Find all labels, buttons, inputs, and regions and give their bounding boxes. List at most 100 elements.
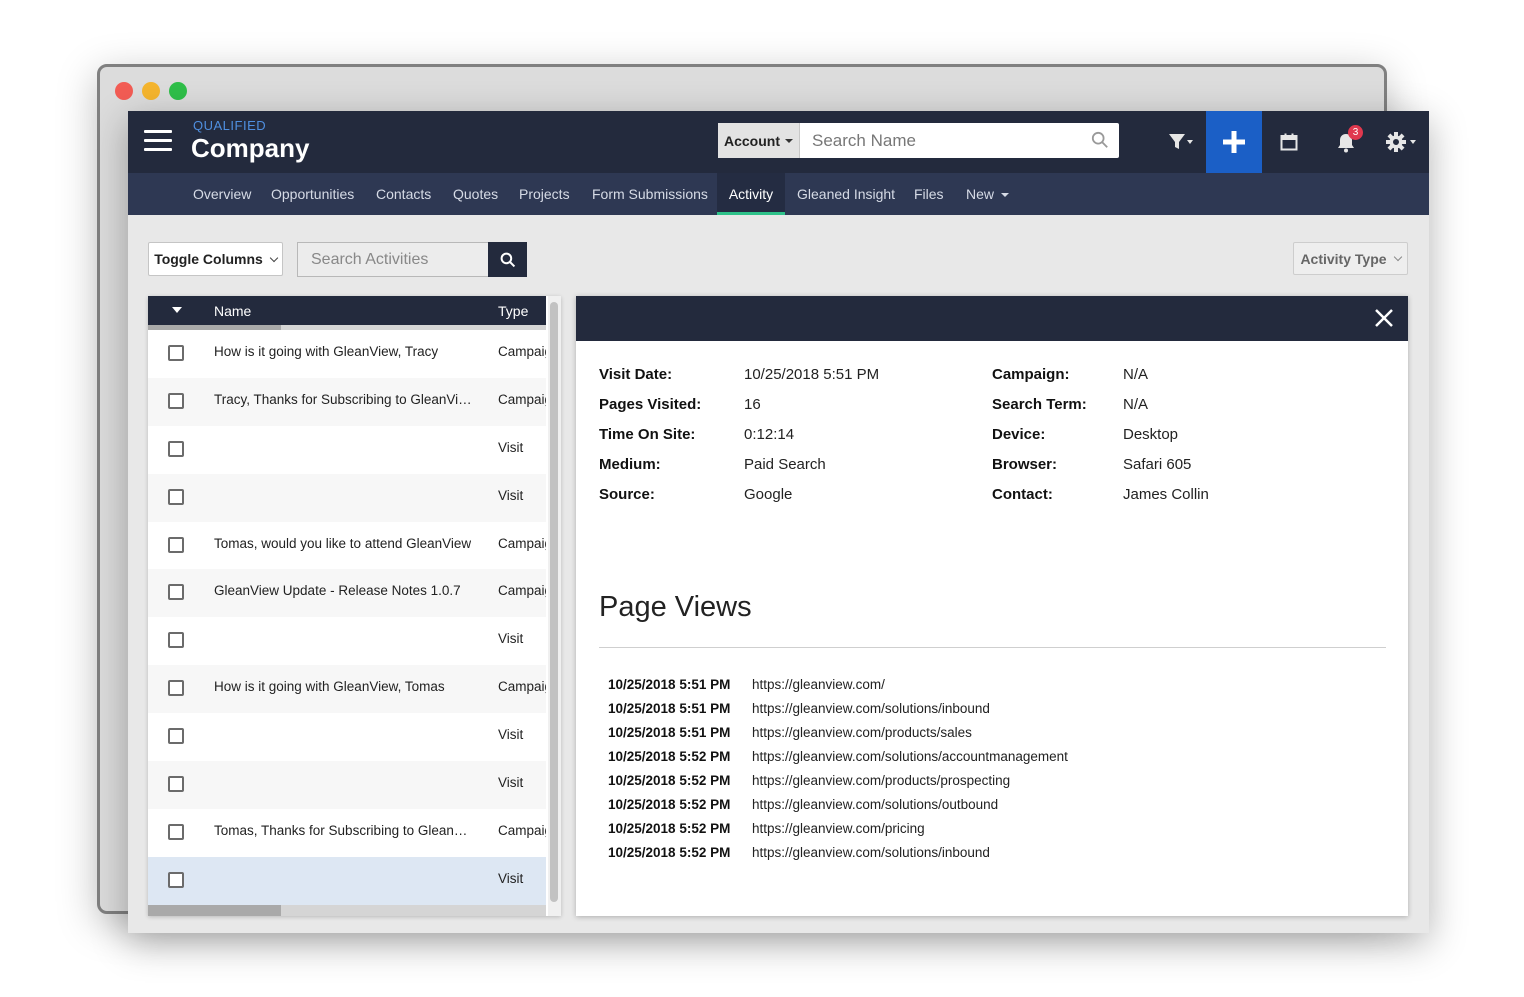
table-row[interactable]: How is it going with GleanView, Tracy Cam… [148,330,546,378]
activity-list: Name Type How is it going with GleanView… [148,296,561,916]
table-row[interactable]: Tomas, Thanks for Subscribing to GleanVi… [148,809,546,857]
page-title: Company [191,133,310,163]
list-header: Name Type [148,296,546,326]
search-icon[interactable] [1091,131,1109,149]
field-value: Paid Search [744,456,826,473]
field-value: Google [744,486,793,503]
row-checkbox[interactable] [168,488,184,505]
row-checkbox[interactable] [168,440,184,457]
tab-quotes[interactable]: Quotes [453,173,498,215]
table-row[interactable]: How is it going with GleanView, Tomas Cam… [148,665,546,714]
tab-gleaned-insight[interactable]: Gleaned Insight [797,173,895,215]
column-header-type[interactable]: Type [498,303,528,319]
page-view-row: 10/25/2018 5:51 PM https://gleanview.com/… [608,725,1368,747]
row-type: Visit [498,775,524,791]
page-view-url[interactable]: https://gleanview.com/ [752,677,885,692]
page-view-row: 10/25/2018 5:52 PM https://gleanview.com/… [608,845,1368,867]
caret-down-icon [785,138,793,143]
table-row[interactable]: Visit [148,856,546,905]
tab-overview[interactable]: Overview [193,173,251,215]
table-row[interactable]: Visit [148,713,546,761]
tab-projects[interactable]: Projects [519,173,570,215]
filter-icon[interactable] [1161,111,1201,173]
tab-contacts[interactable]: Contacts [376,173,431,215]
field-value: Safari 605 [1123,456,1192,473]
table-row[interactable]: Visit [148,473,546,522]
field-value: N/A [1123,396,1149,413]
row-name: GleanView Update - Release Notes 1.0.7 [214,583,461,599]
row-checkbox[interactable] [168,680,184,697]
table-row[interactable]: Tracy, Thanks for Subscribing to GleanVi… [148,377,546,426]
page-view-row: 10/25/2018 5:51 PM https://gleanview.com/ [608,677,1368,699]
notifications-bell-icon[interactable]: 3 [1326,111,1366,173]
table-row[interactable]: GleanView Update - Release Notes 1.0.7 Ca… [148,569,546,618]
search-activities-button[interactable] [488,242,527,277]
page-view-date: 10/25/2018 5:52 PM [608,821,731,836]
column-header-name[interactable]: Name [214,303,251,319]
search-activities-input[interactable]: Search Activities [297,242,488,277]
row-type: Visit [498,487,524,503]
activity-type-dropdown[interactable]: Activity Type [1293,242,1408,275]
page-view-date: 10/25/2018 5:51 PM [608,725,731,740]
page-view-url[interactable]: https://gleanview.com/products/sales [752,725,972,740]
row-checkbox[interactable] [168,632,184,649]
app-window: QUALIFIED Company Account Search Name 3 … [128,111,1429,933]
caret-down-icon [1000,193,1009,198]
account-scope-dropdown[interactable]: Account [718,123,800,158]
tab-form-submissions[interactable]: Form Submissions [592,173,708,215]
row-checkbox[interactable] [168,776,184,793]
row-checkbox[interactable] [168,584,184,601]
row-name: How is it going with GleanView, Tomas [214,679,445,695]
field-label: Time On Site: [599,426,696,443]
table-row[interactable]: Visit [148,617,546,665]
row-checkbox[interactable] [168,728,184,745]
notification-badge: 3 [1348,125,1363,140]
field-value: Desktop [1123,426,1179,443]
field-value: James Collin [1123,486,1209,503]
toggle-columns-button[interactable]: Toggle Columns [148,242,283,276]
table-row[interactable]: Tomas, would you like to attend GleanVie… [148,522,546,570]
horizontal-scrollbar-bottom[interactable] [148,905,546,916]
page-view-url[interactable]: https://gleanview.com/solutions/inbound [752,845,990,860]
row-checkbox[interactable] [168,345,184,361]
row-checkbox[interactable] [168,536,184,553]
add-new-button[interactable] [1206,111,1262,173]
divider [599,647,1386,648]
page-view-url[interactable]: https://gleanview.com/pricing [752,821,925,836]
search-name-input[interactable] [802,123,1082,158]
tab-activity[interactable]: Activity [717,173,785,215]
window-minimize-dot[interactable] [142,82,160,100]
calendar-icon[interactable] [1270,111,1308,173]
field-label: Device: [992,426,1046,443]
row-type: Campaign [498,583,546,599]
hamburger-menu-icon[interactable] [144,130,172,152]
settings-gear-icon[interactable] [1378,111,1424,173]
window-zoom-dot[interactable] [169,82,187,100]
close-icon[interactable] [1374,308,1394,328]
field-label: Pages Visited: [599,396,702,413]
table-row[interactable]: Visit [148,426,546,474]
tab-files[interactable]: Files [914,173,944,215]
field-label: Medium: [599,456,661,473]
tab-opportunities[interactable]: Opportunities [271,173,354,215]
account-scope-label: Account [724,132,780,149]
window-close-dot[interactable] [115,82,133,100]
page-view-url[interactable]: https://gleanview.com/solutions/outbound [752,797,998,812]
page-view-url[interactable]: https://gleanview.com/products/prospecti… [752,773,1010,788]
page-view-url[interactable]: https://gleanview.com/solutions/accountm… [752,749,1068,764]
page-view-date: 10/25/2018 5:52 PM [608,749,731,764]
field-label: Search Term: [992,396,1087,413]
row-checkbox[interactable] [168,871,184,888]
page-view-url[interactable]: https://gleanview.com/solutions/inbound [752,701,990,716]
tab-bar: Overview Opportunities Contacts Quotes P… [128,173,1429,215]
toggle-columns-label: Toggle Columns [154,251,263,267]
row-type: Campaign [498,679,546,695]
tab-new[interactable]: New [966,173,1009,215]
row-type: Visit [498,631,524,647]
sort-caret-icon[interactable] [172,307,182,313]
row-checkbox[interactable] [168,823,184,840]
row-checkbox[interactable] [168,392,184,409]
table-row[interactable]: Visit [148,761,546,809]
vertical-scrollbar[interactable] [548,296,561,916]
activity-detail-panel: Visit Date: 10/25/2018 5:51 PM Pages Vis… [576,296,1408,916]
